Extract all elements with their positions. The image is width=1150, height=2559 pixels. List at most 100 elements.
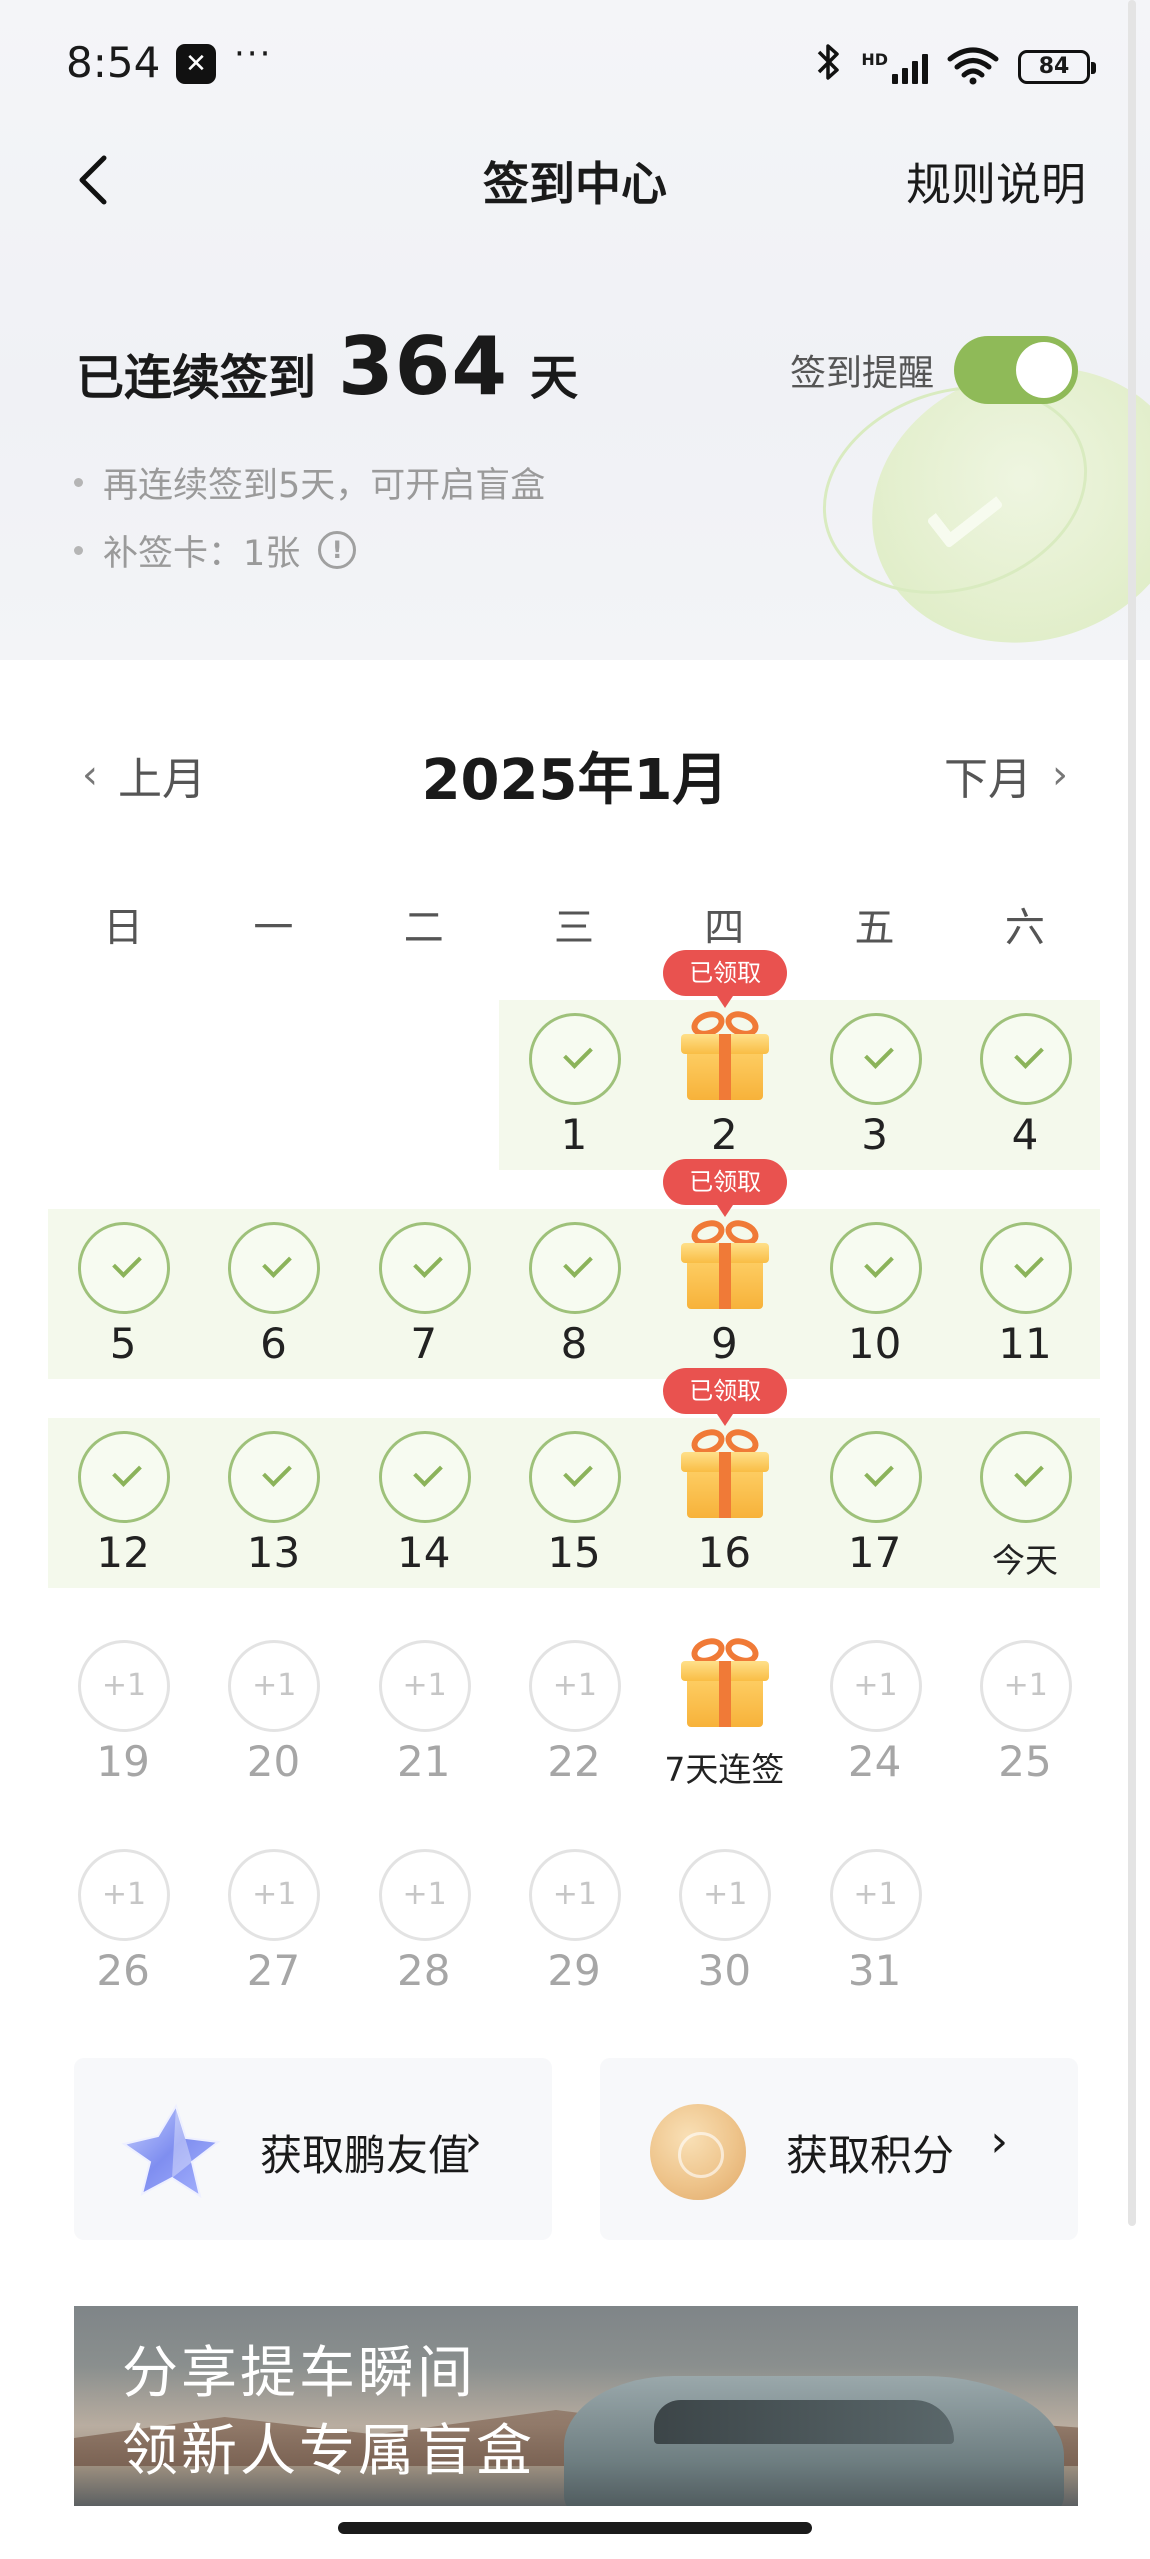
- calendar-day[interactable]: 14: [349, 1418, 499, 1608]
- calendar-day[interactable]: +1 22: [499, 1627, 649, 1817]
- calendar-day[interactable]: 4: [950, 1000, 1100, 1190]
- gift-box-icon: [679, 1633, 771, 1729]
- check-circle-icon: [829, 1013, 922, 1105]
- calendar-day[interactable]: +1 24: [800, 1627, 950, 1817]
- tip-makeup-card: 补签卡：1张 !: [74, 530, 545, 574]
- day-number: 30: [697, 1946, 752, 1995]
- promo-banner[interactable]: 分享提车瞬间 领新人专属盲盒: [74, 2306, 1078, 2506]
- month-navigation: ‹ 上月 2025年1月 下月 ›: [0, 735, 1150, 815]
- day-number: 17: [847, 1528, 902, 1577]
- check-circle-icon: [829, 1222, 922, 1314]
- calendar-day[interactable]: 7天连签: [649, 1627, 799, 1817]
- plus-one-circle: +1: [378, 1849, 471, 1941]
- day-number: 19: [96, 1737, 150, 1786]
- check-circle-icon: [528, 1222, 621, 1314]
- calendar-day[interactable]: +1 20: [198, 1627, 348, 1817]
- day-number: 13: [246, 1528, 301, 1577]
- calendar-grid: 1 已领取 2 3 4 5 6 7 8 已领取 9 10 11 12 13 14 15 已领取 16 17 今天 +1 19…: [48, 950, 1101, 2045]
- reminder-toggle[interactable]: [954, 336, 1078, 404]
- calendar-day[interactable]: +1 28: [349, 1836, 499, 2026]
- calendar-day[interactable]: 17: [800, 1418, 950, 1608]
- calendar-day[interactable]: 3: [800, 1000, 950, 1190]
- calendar-day[interactable]: 已领取 16: [649, 1368, 799, 1608]
- claimed-badge: 已领取: [663, 950, 788, 1008]
- plus-one-circle: +1: [228, 1849, 321, 1941]
- day-number: 3: [861, 1110, 889, 1159]
- check-circle-icon: [78, 1222, 170, 1314]
- chevron-right-icon: ›: [1052, 752, 1068, 798]
- reward-cards: 获取鹏友值 › 获取积分 ›: [74, 2058, 1078, 2240]
- home-indicator[interactable]: [338, 2522, 812, 2534]
- calendar-week-row: +1 19 +1 20 +1 21 +1 22 7天连签 +1 24 +1 25: [48, 1627, 1100, 1836]
- calendar-day[interactable]: 5: [48, 1209, 198, 1399]
- weekday-label: 三: [553, 905, 594, 951]
- weekday-label: 四: [704, 905, 745, 951]
- status-bar: 8:54 ✕ ··· HD 84: [0, 0, 1150, 130]
- day-number: 31: [847, 1946, 902, 1995]
- crystal-star-icon: [121, 2103, 221, 2199]
- banner-line2: 领新人专属盲盒: [122, 2419, 535, 2484]
- gift-box-icon: [679, 1006, 771, 1102]
- get-friend-value-card[interactable]: 获取鹏友值 ›: [74, 2058, 552, 2240]
- calendar-week-row: 1 已领取 2 3 4: [48, 950, 1101, 1209]
- day-number: 15: [547, 1528, 601, 1577]
- rules-button[interactable]: 规则说明: [906, 148, 1086, 213]
- calendar-week-row: 5 6 7 8 已领取 9 10 11: [48, 1159, 1101, 1418]
- weekday-label: 二: [403, 905, 444, 951]
- streak-days: 364: [338, 320, 509, 413]
- day-number: 25: [998, 1737, 1052, 1786]
- calendar-day[interactable]: +1 31: [800, 1836, 950, 2026]
- day-number: 14: [397, 1528, 451, 1577]
- claimed-badge: 已领取: [663, 1368, 788, 1426]
- plus-one-circle: +1: [528, 1640, 621, 1732]
- calendar-day[interactable]: +1 21: [349, 1627, 499, 1817]
- gift-box-icon: [679, 1215, 771, 1311]
- calendar-day[interactable]: 7: [349, 1209, 499, 1399]
- calendar-day[interactable]: 15: [499, 1418, 649, 1608]
- weekday-label: 日: [103, 905, 144, 951]
- get-points-card[interactable]: 获取积分 ›: [600, 2058, 1078, 2240]
- calendar-day[interactable]: 8: [499, 1209, 649, 1399]
- calendar-day[interactable]: 11: [950, 1209, 1100, 1399]
- calendar-day[interactable]: +1 25: [950, 1627, 1100, 1817]
- calendar-day[interactable]: 今天: [950, 1418, 1100, 1608]
- day-number: 16: [697, 1528, 752, 1577]
- weekday-header: 日 一 二 三 四 五 六: [48, 895, 1100, 953]
- day-number: 9: [710, 1319, 738, 1368]
- bluetooth-icon: [815, 42, 843, 91]
- reminder-label: 签到提醒: [789, 353, 934, 394]
- status-icons: HD 84: [815, 42, 1096, 91]
- check-circle-icon: [829, 1431, 922, 1523]
- status-time: 8:54: [66, 38, 161, 87]
- next-month-button[interactable]: 下月 ›: [944, 743, 1068, 807]
- day-number: 6: [260, 1319, 287, 1368]
- wifi-icon: [946, 45, 1000, 89]
- claimed-badge: 已领取: [663, 1159, 788, 1217]
- calendar-day[interactable]: +1 27: [198, 1836, 348, 2026]
- hd-signal-icon: HD: [861, 50, 928, 84]
- day-number: 7天连签: [664, 1750, 785, 1789]
- info-icon[interactable]: !: [318, 531, 357, 569]
- day-number: 21: [397, 1737, 451, 1786]
- calendar-day[interactable]: 12: [48, 1418, 198, 1608]
- tips-list: 再连续签到5天，可开启盲盒 补签卡：1张 !: [74, 462, 545, 598]
- plus-one-circle: +1: [979, 1640, 1072, 1732]
- calendar-day[interactable]: 1: [499, 1000, 649, 1190]
- day-number: 10: [847, 1319, 902, 1368]
- scrollbar[interactable]: [1128, 0, 1136, 2226]
- check-circle-icon: [979, 1013, 1072, 1105]
- day-number: 22: [547, 1737, 601, 1786]
- calendar-day[interactable]: +1 30: [649, 1836, 799, 2026]
- day-number: 24: [847, 1737, 902, 1786]
- calendar-day[interactable]: +1 26: [48, 1836, 198, 2026]
- check-circle-icon: [78, 1431, 170, 1523]
- calendar-day[interactable]: 13: [198, 1418, 348, 1608]
- calendar-day[interactable]: +1 19: [48, 1627, 198, 1817]
- calendar-day[interactable]: +1 29: [499, 1836, 649, 2026]
- battery-indicator: 84: [1018, 49, 1096, 84]
- toggle-knob: [1016, 342, 1072, 398]
- calendar-day[interactable]: 10: [800, 1209, 950, 1399]
- calendar-day[interactable]: 6: [198, 1209, 348, 1399]
- tip-text: 补签卡：1张: [103, 533, 301, 574]
- weekday-label: 五: [854, 905, 895, 951]
